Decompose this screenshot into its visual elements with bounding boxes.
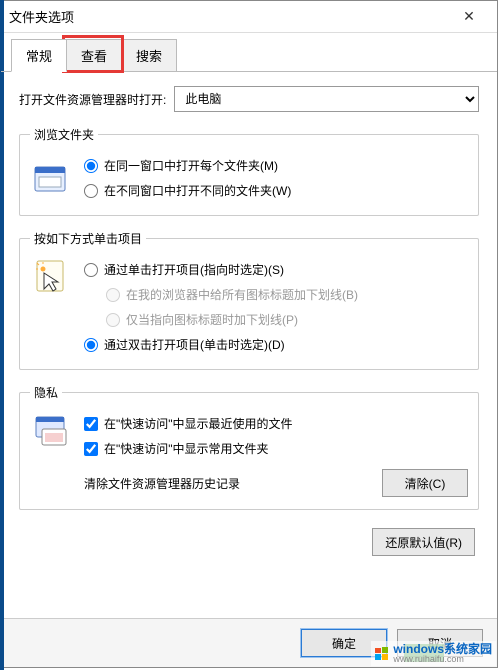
chk-frequent-row[interactable]: 在"快速访问"中显示常用文件夹 [84, 436, 468, 461]
clear-history-row: 清除文件资源管理器历史记录 清除(C) [84, 461, 468, 497]
radio-underline-point [106, 313, 120, 327]
tab-general[interactable]: 常规 [11, 39, 67, 72]
folder-window-icon [30, 161, 72, 195]
opt-label: 在我的浏览器中给所有图标标题加下划线(B) [126, 286, 358, 303]
browse-folders-body: 在同一窗口中打开每个文件夹(M) 在不同窗口中打开不同的文件夹(W) [30, 153, 468, 203]
window-title: 文件夹选项 [9, 7, 449, 26]
radio-single-click[interactable] [84, 263, 98, 277]
restore-defaults-button[interactable]: 还原默认值(R) [372, 528, 475, 556]
opt-label: 通过双击打开项目(单击时选定)(D) [104, 336, 285, 353]
background-sliver [0, 0, 4, 670]
chk-recent-row[interactable]: 在"快速访问"中显示最近使用的文件 [84, 411, 468, 436]
radio-new-window[interactable] [84, 184, 98, 198]
chk-label: 在"快速访问"中显示最近使用的文件 [104, 415, 293, 432]
windows-flag-icon [375, 647, 389, 661]
click-mode-legend: 按如下方式单击项目 [30, 230, 146, 247]
open-explorer-select[interactable]: 此电脑 [174, 86, 479, 112]
privacy-group: 隐私 在"快速访问"中显示最近使用的文件 [19, 384, 479, 510]
restore-row: 还原默认值(R) [19, 524, 479, 556]
watermark-sub: www.ruihaifu.com [393, 655, 492, 664]
opt-single-click[interactable]: 通过单击打开项目(指向时选定)(S) [84, 257, 468, 282]
opt-new-window[interactable]: 在不同窗口中打开不同的文件夹(W) [84, 178, 468, 203]
opt-label: 通过单击打开项目(指向时选定)(S) [104, 261, 284, 278]
content-area: 打开文件资源管理器时打开: 此电脑 浏览文件夹 在同一窗口中 [1, 72, 497, 618]
open-explorer-label: 打开文件资源管理器时打开: [19, 91, 166, 108]
watermark: windows系统家园 www.ruihaifu.com [371, 641, 496, 666]
open-explorer-row: 打开文件资源管理器时打开: 此电脑 [19, 86, 479, 112]
clear-history-label: 清除文件资源管理器历史记录 [84, 475, 240, 492]
checkbox-frequent-folders[interactable] [84, 442, 98, 456]
privacy-body: 在"快速访问"中显示最近使用的文件 在"快速访问"中显示常用文件夹 清除文件资源… [30, 411, 468, 497]
tab-bar: 常规 查看 搜索 [1, 33, 497, 72]
opt-double-click[interactable]: 通过双击打开项目(单击时选定)(D) [84, 332, 468, 357]
opt-label: 仅当指向图标标题时加下划线(P) [126, 311, 298, 328]
browse-folders-group: 浏览文件夹 在同一窗口中打开每个文件夹(M) [19, 126, 479, 216]
titlebar: 文件夹选项 ✕ [1, 1, 497, 33]
close-icon: ✕ [463, 8, 475, 25]
opt-label: 在不同窗口中打开不同的文件夹(W) [104, 182, 291, 199]
cursor-click-icon [30, 257, 72, 299]
click-mode-body: 通过单击打开项目(指向时选定)(S) 在我的浏览器中给所有图标标题加下划线(B)… [30, 257, 468, 357]
tab-label: 常规 [26, 49, 52, 64]
privacy-legend: 隐私 [30, 384, 62, 401]
radio-underline-browser [106, 288, 120, 302]
chk-label: 在"快速访问"中显示常用文件夹 [104, 440, 269, 457]
browse-folders-legend: 浏览文件夹 [30, 126, 98, 143]
folder-options-dialog: 文件夹选项 ✕ 常规 查看 搜索 打开文件资源管理器时打开: 此电脑 浏览文件夹 [0, 0, 498, 668]
radio-double-click[interactable] [84, 338, 98, 352]
tab-label: 查看 [81, 49, 107, 64]
opt-underline-browser: 在我的浏览器中给所有图标标题加下划线(B) [84, 282, 468, 307]
close-button[interactable]: ✕ [449, 2, 489, 32]
opt-underline-point: 仅当指向图标标题时加下划线(P) [84, 307, 468, 332]
opt-label: 在同一窗口中打开每个文件夹(M) [104, 157, 278, 174]
tab-search[interactable]: 搜索 [121, 39, 177, 71]
clear-button[interactable]: 清除(C) [382, 469, 468, 497]
tab-label: 搜索 [136, 49, 162, 64]
click-mode-group: 按如下方式单击项目 通过单击打开项目(指向时选定)(S) [19, 230, 479, 370]
radio-same-window[interactable] [84, 159, 98, 173]
privacy-icon [30, 411, 72, 449]
checkbox-recent-files[interactable] [84, 417, 98, 431]
tab-view[interactable]: 查看 [66, 39, 122, 71]
opt-same-window[interactable]: 在同一窗口中打开每个文件夹(M) [84, 153, 468, 178]
